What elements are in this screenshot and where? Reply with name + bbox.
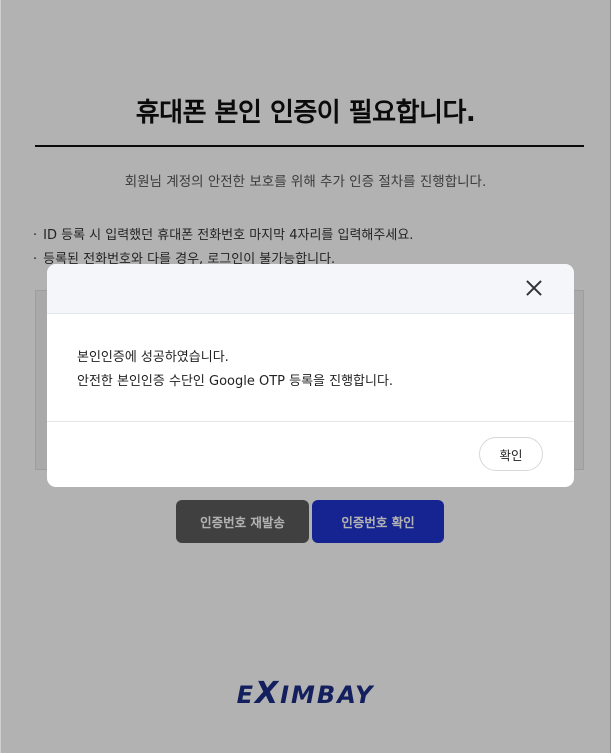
otp-page: 휴대폰 본인 인증이 필요합니다. 회원님 계정의 안전한 보호를 위해 추가 …	[0, 0, 611, 753]
dialog-message: 본인인증에 성공하였습니다. 안전한 본인인증 수단인 Google OTP 등…	[77, 346, 393, 394]
dialog-message-line: 본인인증에 성공하였습니다.	[77, 350, 229, 365]
dialog-divider	[47, 421, 574, 422]
close-icon[interactable]	[524, 278, 544, 298]
dialog-message-line: 안전한 본인인증 수단인 Google OTP 등록을 진행합니다.	[77, 374, 394, 389]
confirm-button[interactable]: 확인	[479, 437, 543, 471]
success-dialog: 본인인증에 성공하였습니다. 안전한 본인인증 수단인 Google OTP 등…	[47, 264, 574, 487]
dialog-header	[47, 264, 574, 314]
